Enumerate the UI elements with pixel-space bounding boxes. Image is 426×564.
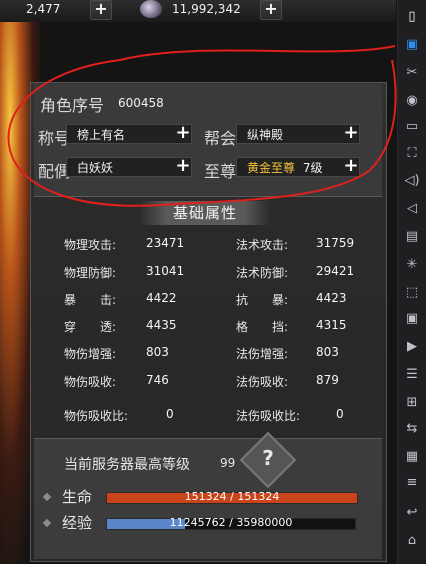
stat-value: 803	[316, 345, 339, 359]
home-icon[interactable]: ⌂	[402, 532, 422, 550]
stat-label: 物理防御:	[64, 266, 117, 280]
supreme-label: 至尊	[204, 162, 237, 181]
layers-icon[interactable]: ☰	[402, 366, 422, 384]
emulator-sidebar: ▯ ▣ ✂ ◉ ▭ ⛶ ◁) ◁ ▤ ✳ ⬚ ▣ ▶ ☰ ⊞ ⇆ ▦ ≡ ↩ ⌂	[397, 0, 426, 564]
supreme-add-button[interactable]: +	[342, 157, 360, 176]
location-icon[interactable]: ◉	[402, 92, 422, 110]
resource-2-value: 11,992,342	[172, 2, 241, 16]
fullscreen-icon[interactable]: ⛶	[402, 145, 422, 163]
resource-1-add-button[interactable]: +	[90, 0, 112, 20]
multi-instance-icon[interactable]: ⊞	[402, 394, 422, 412]
stat-value: 31041	[146, 264, 185, 278]
resource-2-add-button[interactable]: +	[260, 0, 282, 20]
guild-add-button[interactable]: +	[342, 124, 360, 143]
volume-down-icon[interactable]: ◁	[402, 200, 422, 218]
title-value: 榜上有名	[77, 128, 126, 142]
stat-value: 803	[146, 345, 169, 359]
stat-value: 4422	[146, 291, 177, 305]
resource-bar: 2,477 + 11,992,342 +	[0, 0, 396, 22]
hp-bar: 151324 / 151324	[106, 490, 358, 504]
keyboard-icon[interactable]: ▭	[402, 118, 422, 136]
exp-text: 11245762 / 35980000	[169, 516, 293, 529]
exp-label: 经验	[62, 514, 93, 532]
spouse-value: 白妖妖	[77, 161, 114, 175]
stat-label: 法伤吸收:	[236, 375, 289, 389]
hp-label: 生命	[62, 488, 93, 506]
phone-icon[interactable]: ▯	[402, 8, 422, 26]
stat-label: 法伤增强:	[236, 347, 289, 361]
stat-label: 法术攻击:	[236, 238, 289, 252]
serial-value: 600458	[118, 96, 164, 110]
stat-label: 物伤吸收:	[64, 375, 117, 389]
scissors-icon[interactable]: ✂	[402, 64, 422, 82]
help-icon[interactable]: ?	[248, 446, 288, 474]
exp-bar: 11245762 / 35980000	[106, 516, 356, 530]
loading-icon[interactable]: ✳	[402, 256, 422, 274]
resource-1-value: 2,477	[26, 2, 61, 16]
apk-icon[interactable]: ▤	[402, 228, 422, 246]
stat-value: 4423	[316, 291, 347, 305]
stat-label: 物理攻击:	[64, 238, 117, 252]
stat-value: 746	[146, 373, 169, 387]
stat-label: 物伤吸收比:	[64, 409, 129, 423]
max-level-value: 99	[220, 456, 236, 470]
stat-value: 4315	[316, 318, 347, 332]
supreme-level: 7级	[302, 161, 323, 175]
stat-value: 29421	[316, 264, 355, 278]
screenshot-icon[interactable]: ⬚	[402, 284, 422, 302]
max-level-label: 当前服务器最高等级	[64, 457, 190, 473]
video-icon[interactable]: ▶	[402, 338, 422, 356]
silver-coin-icon	[140, 0, 162, 18]
guild-label: 帮会	[204, 129, 237, 148]
stat-label: 法伤吸收比:	[236, 409, 301, 423]
stat-label: 物伤增强:	[64, 347, 117, 361]
record-icon[interactable]: ▣	[402, 310, 422, 328]
sync-icon[interactable]: ▦	[402, 448, 422, 466]
hp-text: 151324 / 151324	[184, 490, 280, 503]
back-icon[interactable]: ↩	[402, 504, 422, 522]
volume-up-icon[interactable]: ◁)	[402, 172, 422, 190]
menu-icon[interactable]: ≡	[402, 474, 422, 492]
stat-value: 23471	[146, 236, 185, 250]
title-add-button[interactable]: +	[174, 124, 192, 143]
android-icon[interactable]: ▣	[402, 36, 422, 54]
guild-value: 纵神殿	[247, 128, 284, 142]
supreme-value: 黄金至尊	[247, 161, 296, 175]
stat-value: 0	[336, 407, 344, 421]
shake-icon[interactable]: ⇆	[402, 420, 422, 438]
stat-value: 4435	[146, 318, 177, 332]
serial-label: 角色序号	[40, 96, 105, 115]
stat-label: 暴 击:	[64, 293, 117, 307]
stat-value: 879	[316, 373, 339, 387]
stat-value: 0	[166, 407, 174, 421]
stat-label: 格 挡:	[236, 320, 289, 334]
stat-label: 法术防御:	[236, 266, 289, 280]
stat-value: 31759	[316, 236, 355, 250]
stat-label: 穿 透:	[64, 320, 117, 334]
stat-label: 抗 暴:	[236, 293, 289, 307]
spouse-add-button[interactable]: +	[174, 157, 192, 176]
attributes-header: 基础属性	[140, 201, 270, 225]
